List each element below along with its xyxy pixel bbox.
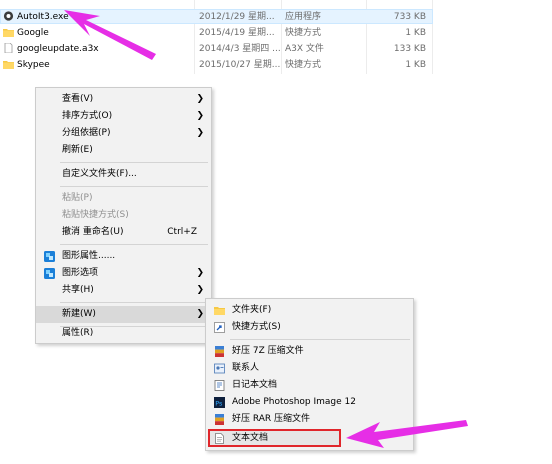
menu-item-label: 图形选项 <box>62 268 99 278</box>
annotation-arrow-icon <box>64 10 156 60</box>
chevron-right-icon: ❯ <box>196 111 204 121</box>
chevron-right-icon: ❯ <box>196 285 204 295</box>
chevron-right-icon: ❯ <box>196 94 204 104</box>
menu-item-label: 自定义文件夹(F)... <box>62 169 137 179</box>
file-date: 2015/4/19 星期... <box>199 28 275 38</box>
file-date: 2012/1/29 星期... <box>199 12 275 22</box>
submenu-item-7z[interactable]: 好压 7Z 压缩文件 <box>206 343 413 360</box>
file-type: 快捷方式 <box>285 60 322 70</box>
menu-item-label: 查看(V) <box>62 94 94 104</box>
menu-item-sort[interactable]: 排序方式(O) ❯ <box>36 108 211 125</box>
context-menu: 查看(V) ❯ 排序方式(O) ❯ 分组依据(P) ❯ 刷新(E) 自定义文件夹… <box>35 87 212 344</box>
file-type: 应用程序 <box>285 12 322 22</box>
submenu-item-contact[interactable]: 联系人 <box>206 360 413 377</box>
menu-item-label: 联系人 <box>232 363 260 373</box>
menu-item-customize-folder[interactable]: 自定义文件夹(F)... <box>36 166 211 183</box>
menu-item-graphics-properties[interactable]: 图形属性...... <box>36 248 211 265</box>
menu-item-label: 粘贴快捷方式(S) <box>62 210 129 220</box>
menu-separator <box>60 244 208 245</box>
svg-text:Ps: Ps <box>215 399 223 407</box>
submenu-item-text-document[interactable]: 文本文档 <box>208 429 341 447</box>
menu-item-undo-rename[interactable]: 撤消 重命名(U) Ctrl+Z <box>36 224 211 241</box>
menu-item-label: 属性(R) <box>62 328 94 338</box>
menu-item-new[interactable]: 新建(W) ❯ <box>36 306 211 323</box>
menu-item-label: 分组依据(P) <box>62 128 111 138</box>
intel-graphics-icon <box>44 251 55 262</box>
menu-item-label: 好压 7Z 压缩文件 <box>232 346 304 356</box>
menu-item-paste[interactable]: 粘贴(P) <box>36 190 211 207</box>
file-size: 733 KB <box>393 12 426 22</box>
menu-item-label: Adobe Photoshop Image 12 <box>232 397 356 407</box>
menu-item-label: 好压 RAR 压缩文件 <box>232 414 311 424</box>
menu-item-label: 撤消 重命名(U) <box>62 227 124 237</box>
text-document-icon <box>215 433 224 444</box>
keyboard-shortcut: Ctrl+Z <box>167 227 197 237</box>
menu-separator <box>230 339 410 340</box>
menu-item-graphics-options[interactable]: 图形选项 ❯ <box>36 265 211 282</box>
archive-icon <box>215 414 224 425</box>
file-type: A3X 文件 <box>285 44 324 54</box>
annotation-arrow-icon <box>346 420 468 448</box>
menu-item-label: 文本文档 <box>232 433 269 443</box>
menu-item-label: 粘贴(P) <box>62 193 93 203</box>
menu-item-label: 刷新(E) <box>62 145 93 155</box>
folder-icon <box>214 307 225 315</box>
menu-item-label: 新建(W) <box>62 309 96 319</box>
photoshop-icon: Ps <box>214 397 225 408</box>
submenu-item-journal[interactable]: 日记本文档 <box>206 377 413 394</box>
file-size: 1 KB <box>405 60 426 70</box>
journal-icon <box>214 380 225 391</box>
file-name: Google <box>17 28 49 38</box>
menu-item-label: 排序方式(O) <box>62 111 113 121</box>
file-icon <box>4 43 13 53</box>
submenu-item-photoshop[interactable]: Ps Adobe Photoshop Image 12 <box>206 394 413 411</box>
menu-item-label: 文件夹(F) <box>232 305 272 315</box>
file-size: 133 KB <box>393 44 426 54</box>
contact-icon <box>214 363 225 374</box>
folder-shortcut-icon <box>3 61 14 69</box>
file-type: 快捷方式 <box>285 28 322 38</box>
menu-separator <box>60 186 208 187</box>
menu-item-share[interactable]: 共享(H) ❯ <box>36 282 211 299</box>
menu-item-label: 快捷方式(S) <box>232 322 281 332</box>
menu-item-label: 图形属性...... <box>62 251 116 261</box>
chevron-right-icon: ❯ <box>196 309 204 319</box>
intel-graphics-icon <box>44 268 55 279</box>
chevron-right-icon: ❯ <box>196 268 204 278</box>
submenu-item-shortcut[interactable]: 快捷方式(S) <box>206 319 413 336</box>
file-name: Skypee <box>17 60 50 70</box>
folder-shortcut-icon <box>3 29 14 37</box>
menu-item-refresh[interactable]: 刷新(E) <box>36 142 211 159</box>
autoit-app-icon <box>3 11 14 21</box>
menu-item-group[interactable]: 分组依据(P) ❯ <box>36 125 211 142</box>
menu-item-label: 日记本文档 <box>232 380 278 390</box>
file-size: 1 KB <box>405 28 426 38</box>
archive-icon <box>215 346 224 357</box>
file-date: 2015/10/27 星期... <box>199 60 281 70</box>
menu-item-label: 共享(H) <box>62 285 94 295</box>
file-date: 2014/4/3 星期四 ... <box>199 44 281 54</box>
menu-item-view[interactable]: 查看(V) ❯ <box>36 91 211 108</box>
menu-separator <box>60 302 208 303</box>
chevron-right-icon: ❯ <box>196 128 204 138</box>
menu-item-properties[interactable]: 属性(R) <box>36 325 211 342</box>
submenu-item-folder[interactable]: 文件夹(F) <box>206 302 413 319</box>
menu-item-paste-shortcut[interactable]: 粘贴快捷方式(S) <box>36 207 211 224</box>
menu-separator <box>60 162 208 163</box>
shortcut-icon <box>214 322 225 333</box>
